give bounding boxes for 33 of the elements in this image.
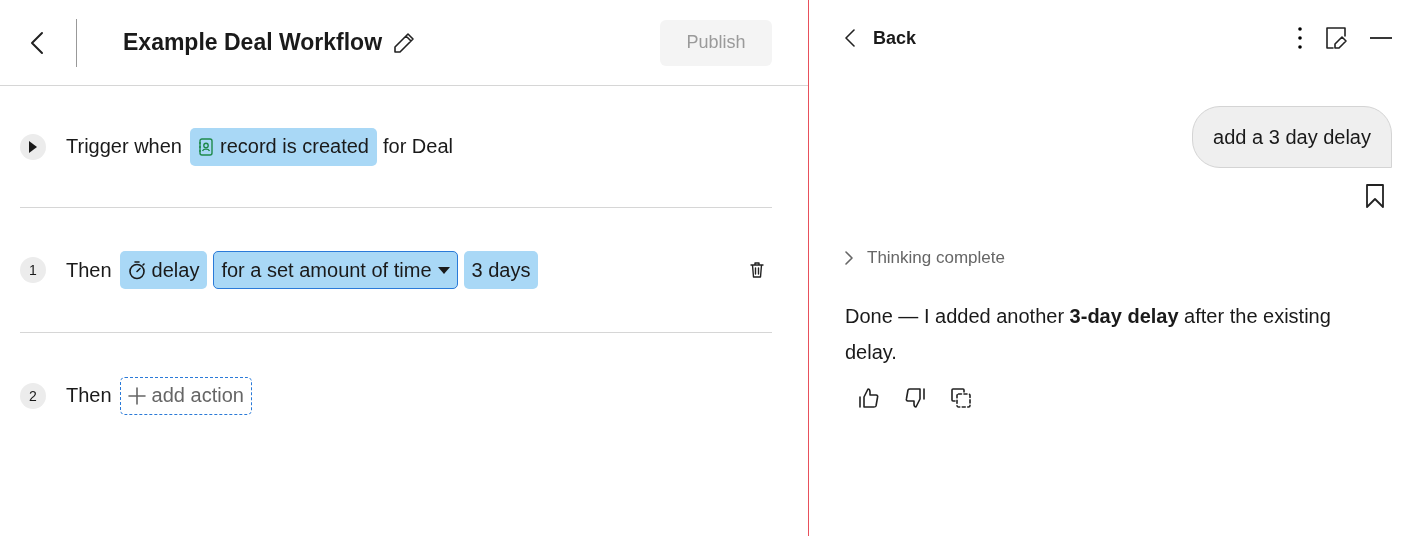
copy-icon[interactable] bbox=[951, 388, 971, 408]
chevron-icon bbox=[845, 251, 853, 265]
more-icon[interactable] bbox=[1298, 27, 1302, 49]
thumbs-down-icon[interactable] bbox=[905, 388, 925, 408]
trigger-object: for Deal bbox=[382, 135, 453, 158]
caret-icon bbox=[437, 266, 450, 274]
trigger-label: Trigger when bbox=[66, 135, 182, 158]
user-message: add a 3 day delay bbox=[1192, 106, 1392, 168]
action-chip[interactable]: delay bbox=[119, 251, 208, 289]
step-label: Then bbox=[66, 258, 112, 282]
stopwatch-icon bbox=[127, 260, 146, 280]
workflow-title: Example Deal Workflow bbox=[123, 29, 383, 56]
plus-icon bbox=[127, 386, 146, 405]
edit-note-icon[interactable] bbox=[1324, 26, 1348, 50]
value-chip[interactable]: 3 days bbox=[463, 251, 539, 289]
thinking-toggle[interactable]: Thinking complete bbox=[845, 248, 1392, 268]
back-link[interactable]: Back bbox=[873, 27, 917, 49]
thumbs-up-icon[interactable] bbox=[859, 388, 879, 408]
add-action-button[interactable]: add action bbox=[119, 376, 252, 415]
expand-toggle[interactable] bbox=[20, 133, 46, 160]
bookmark-icon[interactable] bbox=[1366, 184, 1384, 208]
pencil-icon[interactable] bbox=[392, 30, 417, 55]
trigger-chip[interactable]: record is created bbox=[190, 127, 377, 166]
assistant-reply: Done — I added another 3-day delay after the existing delay. bbox=[845, 304, 1332, 365]
caret-icon bbox=[28, 140, 38, 153]
delete-icon[interactable] bbox=[750, 262, 764, 278]
step-number: 2 bbox=[20, 382, 46, 409]
step-number: 1 bbox=[20, 257, 46, 283]
back-chevron-icon[interactable] bbox=[845, 29, 855, 47]
duration-dropdown[interactable]: for a set amount of time bbox=[213, 251, 458, 289]
contact-book-icon bbox=[198, 137, 214, 156]
step-label: Then bbox=[66, 384, 112, 407]
back-button[interactable] bbox=[30, 30, 44, 55]
